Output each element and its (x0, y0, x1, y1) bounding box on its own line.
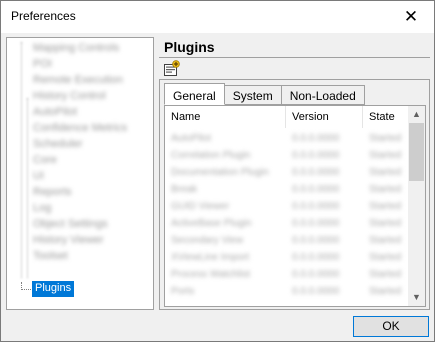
column-header-name[interactable]: Name (171, 111, 200, 123)
cell-version: 0.0.0.0000 (292, 269, 340, 280)
ok-button[interactable]: OK (353, 316, 429, 337)
cell-state: Started (369, 269, 402, 280)
cell-name: Documentation Plugin (171, 167, 269, 178)
cell-state: Started (369, 150, 402, 161)
cell-version: 0.0.0.0000 (292, 201, 340, 212)
preferences-tree[interactable]: Mapping Controls POI Remote Execution Hi… (6, 37, 154, 310)
plugins-tabs-frame: General System Non-Loaded Name Version S… (159, 79, 430, 310)
cell-version: 0.0.0.0000 (292, 218, 340, 229)
cell-version: 0.0.0.0000 (292, 252, 340, 263)
window-title: Preferences (11, 9, 76, 23)
scroll-thumb[interactable] (409, 123, 424, 181)
cell-state: Started (369, 218, 402, 229)
tab-general[interactable]: General (164, 83, 225, 105)
add-plugin-icon[interactable] (163, 60, 181, 77)
table-row[interactable]: Correlation Plugin 0.0.0.0000 Started (165, 150, 409, 162)
cell-name: GUID Viewer (171, 201, 230, 212)
column-divider[interactable] (362, 106, 363, 128)
cell-name: Process Watchlist (171, 269, 251, 280)
column-divider[interactable] (285, 106, 286, 128)
cell-state: Started (369, 184, 402, 195)
cell-state: Started (369, 133, 402, 144)
cell-version: 0.0.0.0000 (292, 235, 340, 246)
plugins-list[interactable]: Name Version State AutoPilot 0.0.0.0000 … (164, 105, 426, 307)
tree-item[interactable]: Confidence Metrics (33, 122, 127, 135)
table-row[interactable]: AutoPilot 0.0.0.0000 Started (165, 133, 409, 145)
table-row[interactable]: Process Watchlist 0.0.0.0000 Started (165, 269, 409, 281)
cell-state: Started (369, 201, 402, 212)
table-row[interactable]: Break 0.0.0.0000 Started (165, 184, 409, 196)
tree-item[interactable]: UI (33, 170, 44, 183)
cell-version: 0.0.0.0000 (292, 167, 340, 178)
cell-name: Correlation Plugin (171, 150, 251, 161)
table-row[interactable]: Secondary View 0.0.0.0000 Started (165, 235, 409, 247)
tab-non-loaded[interactable]: Non-Loaded (281, 85, 365, 105)
tree-item[interactable]: Remote Execution (33, 74, 123, 87)
cell-name: XViewLine Import (171, 252, 250, 263)
vertical-scrollbar[interactable]: ▲ ▼ (408, 106, 425, 306)
plugins-panel: Plugins General System Non-Loaded Name V… (159, 37, 430, 310)
tree-item[interactable]: Scheduler (33, 138, 83, 151)
tree-item[interactable]: AutoPilot (33, 106, 77, 119)
cell-state: Started (369, 167, 402, 178)
cell-version: 0.0.0.0000 (292, 286, 340, 297)
cell-state: Started (369, 235, 402, 246)
tree-item[interactable]: History Viewer (33, 234, 104, 247)
cell-version: 0.0.0.0000 (292, 184, 340, 195)
cell-name: Secondary View (171, 235, 244, 246)
table-row[interactable]: ActiveBase Plugin 0.0.0.0000 Started (165, 218, 409, 230)
tree-item[interactable]: Object Settings (33, 218, 108, 231)
cell-version: 0.0.0.0000 (292, 150, 340, 161)
tab-strip: General System Non-Loaded (164, 83, 365, 106)
column-header-state[interactable]: State (369, 111, 395, 123)
cell-state: Started (369, 286, 402, 297)
cell-name: ActiveBase Plugin (171, 218, 252, 229)
cell-state: Started (369, 252, 402, 263)
list-header: Name Version State (165, 106, 409, 128)
tree-item[interactable]: History Control (33, 90, 106, 103)
table-row[interactable]: Ports 0.0.0.0000 Started (165, 286, 409, 298)
tree-connector (21, 282, 31, 290)
cell-version: 0.0.0.0000 (292, 133, 340, 144)
cell-name: Break (171, 184, 198, 195)
table-row[interactable]: Documentation Plugin 0.0.0.0000 Started (165, 167, 409, 179)
preferences-window: Preferences ✕ Mapping Controls POI Remot… (0, 0, 435, 342)
tree-item[interactable]: Toolset (33, 250, 68, 263)
tree-item[interactable]: Reports (33, 186, 72, 199)
scroll-up-icon[interactable]: ▲ (408, 106, 425, 123)
tree-guide-line (21, 42, 22, 278)
tree-item[interactable]: POI (33, 58, 52, 71)
column-header-version[interactable]: Version (292, 111, 329, 123)
tree-item[interactable]: Mapping Controls (33, 42, 119, 55)
cell-name: Ports (171, 286, 195, 297)
title-divider (159, 57, 430, 58)
tree-item[interactable]: Core (33, 154, 57, 167)
close-button[interactable]: ✕ (388, 1, 434, 32)
close-icon: ✕ (403, 6, 419, 26)
tree-item[interactable]: Log (33, 202, 51, 215)
page-title: Plugins (164, 39, 215, 55)
scroll-down-icon[interactable]: ▼ (408, 289, 425, 306)
table-row[interactable]: XViewLine Import 0.0.0.0000 Started (165, 252, 409, 264)
cell-name: AutoPilot (171, 133, 212, 144)
tree-guide-line-inner (27, 98, 28, 278)
title-bar: Preferences ✕ (1, 1, 434, 33)
tab-system[interactable]: System (224, 85, 282, 105)
table-row[interactable]: GUID Viewer 0.0.0.0000 Started (165, 201, 409, 213)
tree-item-plugins[interactable]: Plugins (32, 281, 75, 297)
